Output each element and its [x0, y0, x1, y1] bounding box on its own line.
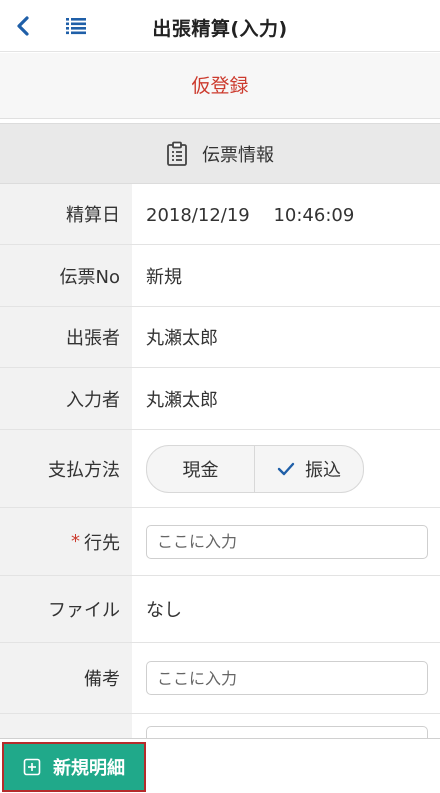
row-remarks: 備考	[0, 643, 440, 714]
traveler-label: 出張者	[0, 307, 132, 367]
row-file: ファイル なし	[0, 576, 440, 643]
slip-form: 精算日 2018/12/19 10:46:09 伝票No 新規 出張者 丸瀬太郎…	[0, 184, 440, 760]
checkmark-icon	[277, 462, 295, 475]
page-title: 出張精算(入力)	[152, 18, 288, 40]
row-slip-no: 伝票No 新規	[0, 245, 440, 307]
slip-no-label: 伝票No	[0, 245, 132, 306]
section-header-slip-info: 伝票情報	[0, 123, 440, 184]
row-entered-by: 入力者 丸瀬太郎	[0, 368, 440, 430]
payment-option-transfer[interactable]: 振込	[255, 446, 363, 492]
settlement-date-label: 精算日	[0, 184, 132, 244]
row-traveler: 出張者 丸瀬太郎	[0, 307, 440, 368]
settlement-date-value: 2018/12/19 10:46:09	[146, 205, 355, 226]
plus-square-icon	[23, 758, 41, 776]
payment-method-cell: 現金 振込	[132, 430, 440, 507]
new-detail-button[interactable]: 新規明細	[2, 742, 146, 792]
payment-method-label: 支払方法	[0, 430, 132, 507]
entered-by-value: 丸瀬太郎	[146, 389, 218, 411]
provisional-register-button[interactable]: 仮登録	[0, 53, 440, 119]
clipboard-icon	[167, 141, 187, 166]
remarks-input[interactable]	[146, 661, 428, 695]
remarks-cell	[132, 643, 440, 713]
row-settlement-date: 精算日 2018/12/19 10:46:09	[0, 184, 440, 245]
entered-by-label: 入力者	[0, 368, 132, 429]
bottom-toolbar: 新規明細	[0, 738, 440, 793]
payment-method-toggle: 現金 振込	[146, 444, 364, 493]
section-title: 伝票情報	[202, 144, 274, 166]
row-payment-method: 支払方法 現金 振込	[0, 430, 440, 508]
app-header: 出張精算(入力)	[0, 0, 440, 52]
remarks-label: 備考	[0, 643, 132, 713]
new-detail-label: 新規明細	[53, 758, 125, 779]
destination-label: 行先	[84, 532, 120, 554]
payment-option-cash[interactable]: 現金	[147, 445, 255, 492]
payment-option-transfer-label: 振込	[305, 459, 341, 481]
required-marker: *	[71, 531, 80, 552]
row-destination: * 行先	[0, 508, 440, 576]
traveler-value: 丸瀬太郎	[146, 328, 218, 349]
destination-cell	[132, 508, 440, 575]
slip-no-value: 新規	[146, 266, 182, 288]
destination-label-cell: * 行先	[0, 508, 132, 575]
file-value: なし	[146, 600, 182, 621]
file-label: ファイル	[0, 576, 132, 642]
payment-option-cash-label: 現金	[182, 459, 219, 481]
destination-input[interactable]	[146, 524, 428, 559]
